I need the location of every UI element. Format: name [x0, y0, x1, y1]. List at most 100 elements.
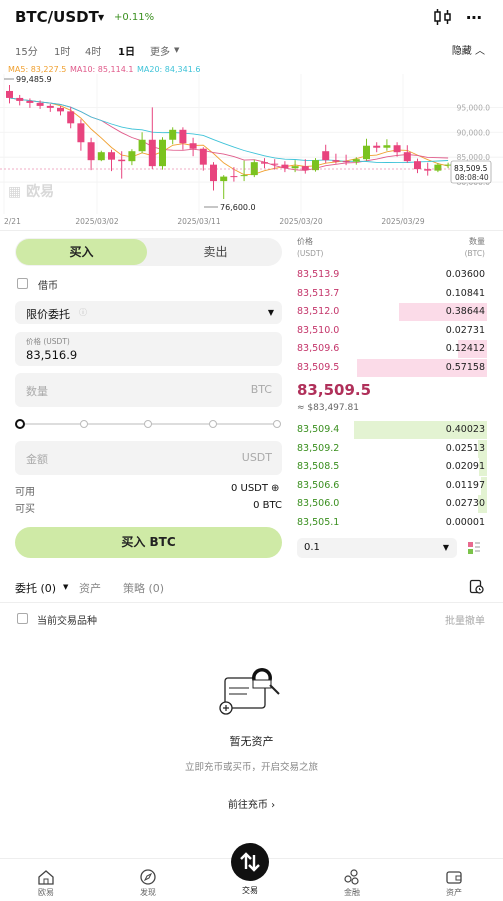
y-tick-label: 90,000.0 [457, 128, 491, 137]
tab-orders[interactable]: 委托 (0) [15, 580, 56, 596]
order-history-icon[interactable] [469, 579, 484, 594]
slider-handle[interactable] [15, 419, 25, 429]
candle-body [16, 97, 24, 101]
bid-row[interactable]: 83,509.4 0.40023 [297, 421, 487, 439]
bid-price: 83,508.5 [297, 461, 340, 472]
countdown: 08:08:40 [455, 173, 489, 182]
ask-price: 83,512.0 [297, 306, 340, 317]
chevron-down-icon: ▼ [442, 543, 449, 552]
tab-assets[interactable]: 资产 [79, 580, 101, 596]
timeframe-1d[interactable]: 1日 [118, 43, 135, 58]
trade-button[interactable] [231, 843, 269, 881]
bid-row[interactable]: 83,506.6 0.01197 [297, 476, 487, 495]
ob-price-header: 价格 [297, 237, 313, 246]
candle-body [342, 161, 350, 163]
ask-row[interactable]: 83,512.0 0.38644 [297, 303, 487, 321]
depth-select[interactable]: 0.1 ▼ [297, 538, 457, 558]
ask-row[interactable]: 83,513.9 0.03600 [297, 266, 487, 284]
candle-body [301, 166, 309, 171]
ma20-label: MA20: 84,341.6 [137, 65, 200, 74]
empty-wallet-icon [219, 668, 280, 715]
slider-stop-50[interactable] [144, 420, 152, 428]
nav-trade[interactable]: 交易 [220, 885, 280, 896]
bid-row[interactable]: 83,508.5 0.02091 [297, 458, 487, 476]
batch-cancel-button[interactable]: 批量撤单 [445, 612, 485, 627]
tab-sell[interactable]: 卖出 [150, 239, 281, 265]
bid-qty: 0.00001 [445, 516, 485, 528]
buy-btc-button[interactable]: 买入 BTC [15, 527, 282, 558]
more-dots-icon[interactable]: ⋯ [466, 8, 483, 27]
last-price-usd: ≈ $83,497.81 [297, 403, 359, 413]
ask-price: 83,513.9 [297, 269, 340, 280]
candle-body [220, 176, 228, 182]
pair-dropdown-icon[interactable]: ▼ [98, 13, 104, 22]
bid-row[interactable]: 83,506.0 0.02730 [297, 495, 487, 513]
candle-body [261, 162, 268, 164]
ask-row[interactable]: 83,513.7 0.10841 [297, 285, 487, 303]
price-field[interactable]: 价格 (USDT) 83,516.9 [15, 332, 282, 366]
ask-qty: 0.02731 [445, 324, 485, 336]
deposit-plus-icon[interactable]: ⊕ [271, 483, 279, 494]
pair-title[interactable]: BTC/USDT [15, 8, 99, 26]
timeframe-4h[interactable]: 4时 [85, 43, 101, 58]
margin-checkbox[interactable] [17, 278, 28, 289]
price-chart[interactable]: ▦ 欧易 95,000.090,000.085,000.080,000.0 2/… [0, 62, 503, 230]
nav-finance[interactable]: 金融 [322, 863, 382, 898]
bid-qty: 0.01197 [445, 479, 485, 491]
current-pair-checkbox[interactable] [17, 613, 28, 624]
chevron-down-icon[interactable]: ▼ [174, 46, 179, 54]
timeframe-more[interactable]: 更多 [150, 43, 170, 58]
high-marker: 99,485.9 [4, 75, 52, 84]
price-field-label: 价格 (USDT) [26, 337, 70, 346]
slider-stop-100[interactable] [273, 420, 281, 428]
order-type-select[interactable]: 限价委托 ⓘ ▼ [15, 301, 282, 324]
ma10-label: MA10: 85,114.1 [70, 65, 133, 74]
tab-buy[interactable]: 买入 [16, 239, 147, 265]
order-type-value: 限价委托 [26, 308, 70, 321]
bid-row[interactable]: 83,505.1 0.00001 [297, 514, 487, 532]
nav-home-label: 欧易 [38, 888, 54, 897]
amount-placeholder: 数量 [26, 385, 48, 398]
moving-averages [9, 97, 449, 176]
ask-row[interactable]: 83,510.0 0.02731 [297, 322, 487, 340]
nav-discover[interactable]: 发现 [118, 863, 178, 898]
x-tick-label: 2/21 [4, 217, 21, 226]
last-price: 83,509.5 [297, 381, 372, 399]
orderbook-view-icon[interactable] [466, 540, 482, 556]
candlestick-settings-icon[interactable] [433, 8, 453, 26]
ask-row[interactable]: 83,509.6 0.12412 [297, 340, 487, 358]
hide-chart-button[interactable]: 隐藏 ︿ [452, 42, 485, 57]
ask-row[interactable]: 83,509.5 0.57158 [297, 358, 487, 377]
candle-body [6, 90, 13, 98]
info-icon[interactable]: ⓘ [79, 307, 87, 318]
tab-strategy[interactable]: 策略 (0) [123, 580, 164, 596]
bid-qty: 0.02513 [445, 442, 485, 454]
chevron-down-icon[interactable]: ▼ [63, 583, 68, 591]
nav-discover-label: 发现 [140, 888, 156, 897]
slider-stop-75[interactable] [209, 420, 217, 428]
ma5-label: MA5: 83,227.5 [8, 65, 66, 74]
ob-price-unit: (USDT) [297, 249, 324, 258]
high-label: 99,485.9 [16, 75, 52, 84]
deposit-link-label: 前往充币 [227, 800, 268, 811]
ask-price: 83,509.6 [297, 343, 340, 354]
bid-row[interactable]: 83,509.2 0.02513 [297, 439, 487, 458]
amount-field[interactable]: 数量 BTC [15, 373, 282, 407]
candle-body [352, 159, 360, 162]
timeframe-15m[interactable]: 15分 [15, 43, 38, 58]
chart-grid [0, 74, 503, 214]
amount-slider[interactable] [15, 418, 282, 430]
candle-body [108, 152, 115, 160]
candle-body [138, 139, 146, 152]
deposit-link[interactable]: 前往充币 › [0, 796, 503, 811]
ask-price: 83,509.5 [297, 361, 340, 373]
price-field-value: 83,516.9 [26, 348, 78, 362]
nav-assets[interactable]: 资产 [424, 863, 484, 898]
available-value: 0 USDT [230, 483, 268, 494]
total-field[interactable]: 金额 USDT [15, 441, 282, 475]
nav-home[interactable]: 欧易 [16, 863, 76, 898]
x-tick-label: 2025/03/11 [177, 217, 220, 226]
timeframe-1h[interactable]: 1时 [54, 43, 70, 58]
slider-stop-25[interactable] [80, 420, 88, 428]
price-tag-value: 83,509.5 [454, 164, 488, 173]
